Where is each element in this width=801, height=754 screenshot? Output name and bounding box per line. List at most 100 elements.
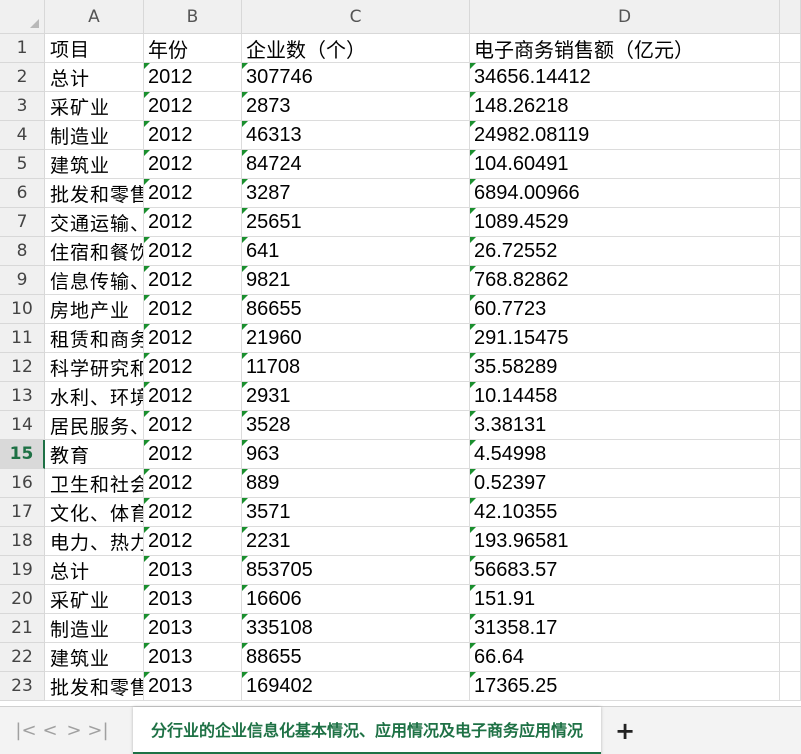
cell-c[interactable]: 企业数（个） [242, 34, 470, 63]
cell-e[interactable] [780, 121, 801, 150]
cell-d[interactable]: 17365.25 [470, 672, 780, 701]
cell-a[interactable]: 信息传输、 [45, 266, 144, 295]
sheet-tab-active[interactable]: 分行业的企业信息化基本情况、应用情况及电子商务应用情况 [133, 706, 602, 754]
cell-e[interactable] [780, 440, 801, 469]
cell-d[interactable]: 193.96581 [470, 527, 780, 556]
cell-d[interactable]: 26.72552 [470, 237, 780, 266]
row-header[interactable]: 17 [0, 498, 45, 527]
cell-d[interactable]: 31358.17 [470, 614, 780, 643]
row-header[interactable]: 3 [0, 92, 45, 121]
cell-b[interactable]: 2012 [144, 150, 242, 179]
cell-d[interactable]: 1089.4529 [470, 208, 780, 237]
cell-d[interactable]: 768.82862 [470, 266, 780, 295]
cell-d[interactable]: 0.52397 [470, 469, 780, 498]
cell-d[interactable]: 148.26218 [470, 92, 780, 121]
cell-a[interactable]: 采矿业 [45, 585, 144, 614]
column-header-a[interactable]: A [45, 0, 144, 34]
cell-a[interactable]: 总计 [45, 63, 144, 92]
first-sheet-icon[interactable]: |< [14, 707, 38, 754]
cell-d[interactable]: 66.64 [470, 643, 780, 672]
spreadsheet-grid[interactable]: A B C D 1 项目 年份 企业数（个） 电子商务销售额（亿元） 2 总计 2012 307… [0, 0, 801, 706]
last-sheet-icon[interactable]: >| [86, 707, 110, 754]
cell-a[interactable]: 制造业 [45, 121, 144, 150]
cell-a[interactable]: 卫生和社会 [45, 469, 144, 498]
cell-d[interactable]: 42.10355 [470, 498, 780, 527]
row-header[interactable]: 22 [0, 643, 45, 672]
cell-a[interactable]: 科学研究和 [45, 353, 144, 382]
cell-a[interactable]: 房地产业 [45, 295, 144, 324]
cell-e[interactable] [780, 179, 801, 208]
cell-e[interactable] [780, 208, 801, 237]
cell-d[interactable]: 151.91 [470, 585, 780, 614]
cell-a[interactable]: 住宿和餐饮 [45, 237, 144, 266]
row-header[interactable]: 18 [0, 527, 45, 556]
cell-c[interactable]: 3528 [242, 411, 470, 440]
cell-c[interactable]: 9821 [242, 266, 470, 295]
cell-e[interactable] [780, 92, 801, 121]
cell-e[interactable] [780, 266, 801, 295]
cell-a[interactable]: 项目 [45, 34, 144, 63]
cell-a[interactable]: 水利、环境 [45, 382, 144, 411]
cell-a[interactable]: 建筑业 [45, 150, 144, 179]
row-header[interactable]: 13 [0, 382, 45, 411]
cell-d[interactable]: 291.15475 [470, 324, 780, 353]
cell-b[interactable]: 2012 [144, 63, 242, 92]
cell-c[interactable]: 2231 [242, 527, 470, 556]
cell-d[interactable]: 60.7723 [470, 295, 780, 324]
row-header[interactable]: 14 [0, 411, 45, 440]
cell-b[interactable]: 2012 [144, 266, 242, 295]
add-sheet-icon[interactable]: + [615, 717, 635, 745]
cell-b[interactable]: 2012 [144, 121, 242, 150]
row-header[interactable]: 5 [0, 150, 45, 179]
cell-d[interactable]: 6894.00966 [470, 179, 780, 208]
cell-e[interactable] [780, 643, 801, 672]
cell-c[interactable]: 641 [242, 237, 470, 266]
cell-e[interactable] [780, 237, 801, 266]
cell-b[interactable]: 2012 [144, 498, 242, 527]
cell-b[interactable]: 2012 [144, 440, 242, 469]
cell-b[interactable]: 2012 [144, 353, 242, 382]
prev-sheet-icon[interactable]: < [38, 707, 62, 754]
row-header[interactable]: 9 [0, 266, 45, 295]
cell-c[interactable]: 3571 [242, 498, 470, 527]
row-header[interactable]: 1 [0, 34, 45, 63]
row-header[interactable]: 15 [0, 440, 45, 469]
cell-e[interactable] [780, 324, 801, 353]
cell-c[interactable]: 25651 [242, 208, 470, 237]
cell-e[interactable] [780, 411, 801, 440]
cell-e[interactable] [780, 556, 801, 585]
cell-b[interactable]: 2012 [144, 382, 242, 411]
cell-c[interactable]: 2873 [242, 92, 470, 121]
cell-c[interactable]: 84724 [242, 150, 470, 179]
cell-c[interactable]: 853705 [242, 556, 470, 585]
row-header[interactable]: 6 [0, 179, 45, 208]
cell-d[interactable]: 35.58289 [470, 353, 780, 382]
row-header[interactable]: 11 [0, 324, 45, 353]
cell-a[interactable]: 批发和零售 [45, 672, 144, 701]
cell-d[interactable]: 24982.08119 [470, 121, 780, 150]
cell-b[interactable]: 2013 [144, 585, 242, 614]
cell-e[interactable] [780, 585, 801, 614]
row-header[interactable]: 16 [0, 469, 45, 498]
row-header[interactable]: 20 [0, 585, 45, 614]
cell-c[interactable]: 21960 [242, 324, 470, 353]
cell-c[interactable]: 2931 [242, 382, 470, 411]
cell-e[interactable] [780, 353, 801, 382]
column-header-b[interactable]: B [144, 0, 242, 34]
cell-a[interactable]: 居民服务、 [45, 411, 144, 440]
cell-b[interactable]: 2012 [144, 295, 242, 324]
cell-a[interactable]: 建筑业 [45, 643, 144, 672]
cell-b[interactable]: 年份 [144, 34, 242, 63]
cell-c[interactable]: 88655 [242, 643, 470, 672]
cell-e[interactable] [780, 469, 801, 498]
cell-e[interactable] [780, 34, 801, 63]
cell-b[interactable]: 2013 [144, 614, 242, 643]
row-header[interactable]: 7 [0, 208, 45, 237]
cell-c[interactable]: 335108 [242, 614, 470, 643]
cell-c[interactable]: 3287 [242, 179, 470, 208]
cell-a[interactable]: 文化、体育 [45, 498, 144, 527]
cell-b[interactable]: 2012 [144, 92, 242, 121]
row-header[interactable]: 21 [0, 614, 45, 643]
cell-b[interactable]: 2012 [144, 237, 242, 266]
column-header-e-partial[interactable] [780, 0, 801, 34]
